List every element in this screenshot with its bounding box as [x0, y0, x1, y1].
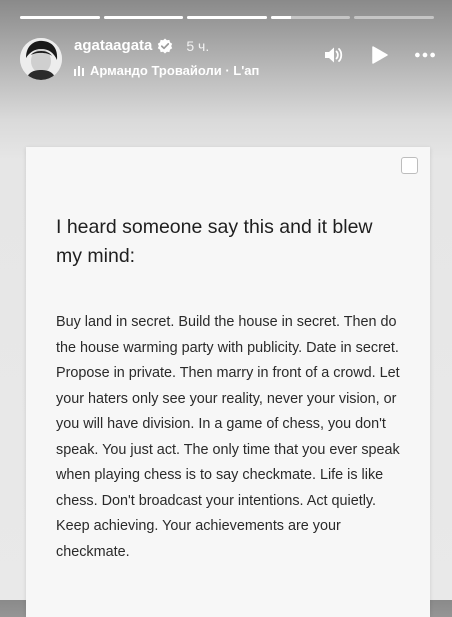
- speaker-icon[interactable]: [322, 44, 344, 66]
- story-progress-bar: [20, 16, 434, 19]
- more-dots-icon[interactable]: [414, 44, 436, 66]
- music-info[interactable]: Армандо Тровайоли · L'ап: [74, 63, 268, 78]
- post-time: 5 ч.: [186, 37, 210, 54]
- story-segment-fill: [187, 16, 267, 19]
- username[interactable]: agataagata: [74, 37, 152, 54]
- story-segment: [187, 16, 267, 19]
- play-icon[interactable]: [368, 44, 390, 66]
- post-body: Buy land in secret. Build the house in s…: [56, 314, 400, 560]
- note-card: I heard someone say this and it blew my …: [26, 147, 430, 617]
- story-segment: [103, 16, 184, 19]
- story-segment-fill: [20, 16, 100, 19]
- story-segment: [20, 16, 100, 19]
- post-title: I heard someone say this and it blew my …: [56, 216, 373, 267]
- story-controls: [322, 44, 436, 66]
- story-segment-fill: [103, 16, 184, 19]
- story-segment: [354, 16, 434, 19]
- story-header: agataagata 5 ч. Армандо Тровайоли · L'ап: [20, 34, 436, 86]
- checkbox-icon: [401, 157, 418, 174]
- story-segment: [270, 16, 351, 19]
- username-row: agataagata 5 ч.: [74, 37, 209, 54]
- story-segment-fill: [270, 16, 291, 19]
- music-track-label: Армандо Тровайоли · L'ап: [90, 63, 260, 78]
- avatar[interactable]: [20, 38, 62, 80]
- verified-badge-icon: [157, 38, 173, 54]
- music-bars-icon: [74, 65, 84, 76]
